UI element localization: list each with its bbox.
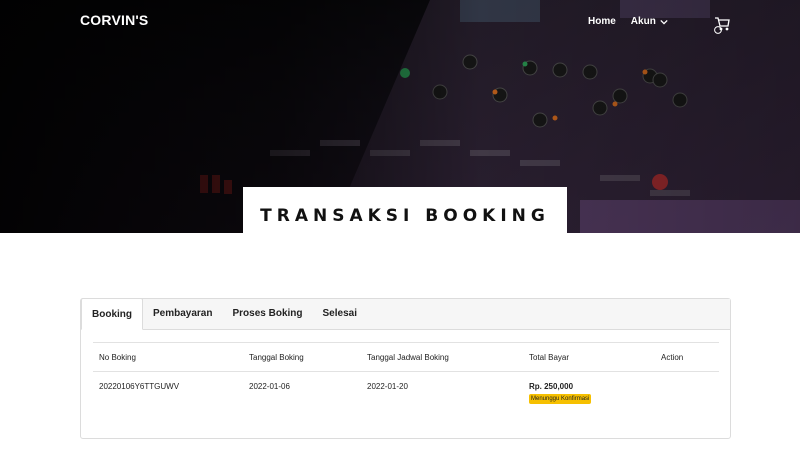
nav-account-label: Akun bbox=[630, 16, 656, 27]
cell-action bbox=[655, 372, 719, 405]
column-header-tanggal-jadwal: Tanggal Jadwal Boking bbox=[361, 342, 523, 372]
nav-account-dropdown[interactable]: Akun bbox=[631, 16, 668, 27]
tab-booking[interactable]: Booking bbox=[81, 298, 143, 330]
booking-table: No Boking Tanggal Boking Tanggal Jadwal … bbox=[93, 342, 719, 404]
page-title: TRANSAKSI BOOKING bbox=[260, 206, 550, 226]
total-amount: Rp. 250,000 bbox=[529, 382, 574, 391]
tab-selesai[interactable]: Selesai bbox=[313, 298, 367, 329]
cell-total-bayar: Rp. 250,000 Menunggu Konfirmasi bbox=[523, 372, 655, 404]
cell-tanggal-jadwal: 2022-01-20 bbox=[367, 382, 408, 391]
page-title-box: TRANSAKSI BOOKING bbox=[243, 187, 567, 253]
column-header-total-bayar: Total Bayar bbox=[523, 342, 655, 372]
cart-icon[interactable] bbox=[712, 14, 732, 34]
cell-no-boking: 20220106Y6TTGUWV bbox=[99, 382, 180, 391]
tab-proses-boking[interactable]: Proses Boking bbox=[222, 298, 312, 329]
column-header-action: Action bbox=[655, 342, 719, 372]
table-header-row: No Boking Tanggal Boking Tanggal Jadwal … bbox=[93, 342, 719, 372]
top-nav: Home Akun bbox=[588, 16, 668, 27]
column-header-no-boking: No Boking bbox=[93, 342, 243, 372]
chevron-down-icon bbox=[660, 19, 668, 25]
brand-logo[interactable]: CORVIN'S bbox=[80, 12, 148, 28]
table-row: 20220106Y6TTGUWV 2022-01-06 2022-01-20 R… bbox=[93, 372, 719, 405]
status-badge: Menunggu Konfirmasi bbox=[529, 394, 592, 404]
booking-card: Booking Pembayaran Proses Boking Selesai… bbox=[80, 298, 731, 439]
tab-bar: Booking Pembayaran Proses Boking Selesai bbox=[81, 298, 730, 330]
tab-pembayaran[interactable]: Pembayaran bbox=[143, 298, 222, 329]
column-header-tanggal-boking: Tanggal Boking bbox=[243, 342, 361, 372]
nav-home-link[interactable]: Home bbox=[588, 16, 616, 27]
cell-tanggal-boking: 2022-01-06 bbox=[249, 382, 290, 391]
